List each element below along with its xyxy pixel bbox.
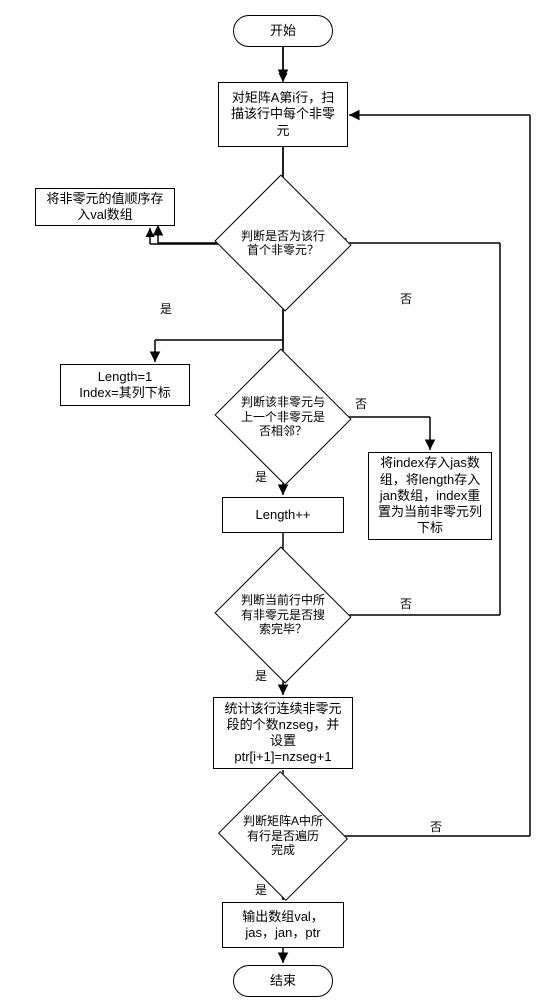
store-val-node: 将非零元的值顺序存入val数组 xyxy=(35,188,175,226)
edge-label-yes-3: 是 xyxy=(255,667,267,684)
start-node: 开始 xyxy=(233,15,333,47)
edge-label-yes-1: 是 xyxy=(160,300,172,317)
store-idx-text: 将index存入jas数组，将length存入jan数组，index重置为当前非… xyxy=(377,455,483,536)
output-text: 输出数组val，jas，jan，ptr xyxy=(231,909,335,942)
edge-label-yes-2: 是 xyxy=(255,468,267,485)
edge-label-no-1: 否 xyxy=(400,290,412,307)
end-node: 结束 xyxy=(233,965,333,997)
all-scanned-decision: 判断当前行中所有非零元是否搜索完毕？ xyxy=(233,568,333,662)
edge-label-no-4: 否 xyxy=(430,818,442,835)
edge-label-no-3: 否 xyxy=(400,595,412,612)
store-val-text: 将非零元的值顺序存入val数组 xyxy=(44,191,166,224)
output-node: 输出数组val，jas，jan，ptr xyxy=(222,902,344,948)
count-seg-text: 统计该行连续非零元段的个数nzseg，并设置ptr[i+1]=nzseg+1 xyxy=(222,701,344,766)
is-first-decision: 判断是否为该行首个非零元？ xyxy=(233,196,333,290)
init-len-node: Length=1 Index=其列下标 xyxy=(60,364,190,406)
count-seg-node: 统计该行连续非零元段的个数nzseg，并设置ptr[i+1]=nzseg+1 xyxy=(213,697,353,769)
end-text: 结束 xyxy=(270,973,296,989)
all-rows-decision: 判断矩阵A中所有行是否遍历完成 xyxy=(235,792,331,880)
is-adj-decision: 判断该非零元与上一个非零元是否相邻？ xyxy=(233,370,333,464)
inc-len-node: Length++ xyxy=(222,497,344,533)
edge-label-no-2: 否 xyxy=(355,395,367,412)
scan-row-text: 对矩阵A第i行，扫描该行中每个非零元 xyxy=(227,90,339,139)
init-len-text: Length=1 Index=其列下标 xyxy=(79,369,170,402)
store-idx-node: 将index存入jas数组，将length存入jan数组，index重置为当前非… xyxy=(368,452,492,540)
scan-row-node: 对矩阵A第i行，扫描该行中每个非零元 xyxy=(218,82,348,147)
inc-len-text: Length++ xyxy=(256,507,311,523)
start-text: 开始 xyxy=(270,23,296,39)
edge-label-yes-4: 是 xyxy=(255,881,267,898)
